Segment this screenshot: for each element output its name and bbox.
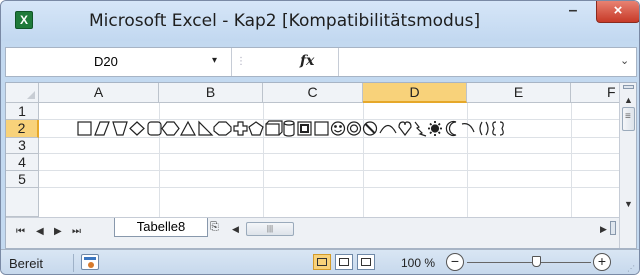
zoom-in-button[interactable]: + [593, 253, 611, 271]
formula-bar-resize-handle[interactable]: ⋮ [234, 52, 248, 72]
insert-worksheet-icon[interactable]: ⎘ [210, 221, 219, 234]
arc-shape[interactable] [461, 123, 475, 133]
cube-shape[interactable] [265, 123, 280, 136]
parallelogram-shape[interactable] [94, 121, 110, 136]
block-arc-shape[interactable] [379, 124, 397, 134]
vertical-scroll-thumb[interactable] [622, 107, 635, 131]
scroll-left-icon[interactable]: ◀ [232, 224, 239, 235]
column-header-a[interactable]: A [39, 83, 159, 103]
donut-shape-hole [349, 124, 359, 133]
lightning-bolt-shape[interactable] [414, 121, 427, 137]
row-header-2[interactable]: 2 [6, 120, 39, 138]
scroll-up-icon[interactable]: ▲ [624, 95, 633, 105]
plus-shape[interactable] [233, 121, 248, 136]
smiley-eye [339, 125, 342, 128]
column-header-d[interactable]: D [363, 83, 467, 103]
excel-app-icon[interactable]: X [15, 11, 33, 29]
trapezoid-shape[interactable] [112, 121, 128, 136]
shape-gallery[interactable] [76, 118, 621, 140]
normal-view-button[interactable] [313, 254, 331, 270]
macro-recording-icon[interactable] [81, 254, 99, 270]
horizontal-split-handle[interactable] [610, 221, 616, 235]
zoom-slider-thumb[interactable] [532, 256, 541, 267]
left-bracket-shape[interactable] [479, 121, 483, 136]
right-brace-shape[interactable] [499, 121, 504, 136]
left-brace-shape[interactable] [492, 121, 497, 136]
right-bracket-shape[interactable] [485, 121, 489, 136]
title-bar[interactable]: X Microsoft Excel - Kap2 [Kompatibilität… [1, 1, 639, 41]
chevron-down-icon[interactable]: ▾ [212, 55, 217, 66]
gridline [39, 187, 619, 188]
sun-shape[interactable] [430, 124, 440, 133]
name-box-value: D20 [94, 54, 118, 69]
gridline [39, 153, 619, 154]
gridline [39, 170, 619, 171]
page-layout-icon [339, 258, 349, 266]
row-header-1[interactable]: 1 [6, 103, 39, 120]
vertical-scrollbar[interactable]: ▲ ▼ [619, 83, 636, 248]
excel-window: X Microsoft Excel - Kap2 [Kompatibilität… [0, 0, 640, 275]
row-header-6[interactable] [6, 188, 39, 217]
row-header-4[interactable]: 4 [6, 154, 39, 171]
horizontal-scroll-thumb[interactable]: ||| [246, 222, 294, 236]
minimize-button[interactable]: – [559, 1, 587, 23]
normal-view-icon [317, 258, 327, 266]
page-break-icon [361, 258, 371, 266]
window-title: Microsoft Excel - Kap2 [Kompatibilitätsm… [89, 11, 481, 31]
smiley-eye [334, 125, 337, 128]
scroll-right-icon[interactable]: ▶ [600, 224, 607, 235]
bevel-shape[interactable] [314, 121, 329, 136]
formula-input[interactable] [342, 48, 612, 76]
donut-shape[interactable] [346, 121, 362, 136]
heart-shape[interactable] [398, 121, 412, 136]
diamond-shape[interactable] [129, 121, 145, 136]
right-triangle-shape[interactable] [198, 120, 214, 136]
split-box-handle[interactable] [623, 85, 634, 89]
scroll-down-icon[interactable]: ▼ [624, 199, 633, 209]
resize-grip-icon[interactable]: ⋰ [627, 264, 635, 273]
column-header-e[interactable]: E [467, 83, 571, 103]
next-sheet-icon[interactable]: ▶ [54, 226, 62, 237]
pentagon-shape[interactable] [248, 121, 264, 136]
last-sheet-icon[interactable]: ⏭ [72, 226, 81, 237]
page-break-preview-button[interactable] [357, 254, 375, 270]
rounded-rectangle-shape[interactable] [147, 121, 162, 136]
row-header-3[interactable]: 3 [6, 138, 39, 154]
sheet-tab-bar: ⏮ ◀ ▶ ⏭ Tabelle8 ⎘ ◀ ||| ▶ [6, 217, 619, 248]
octagon-shape[interactable] [213, 121, 232, 136]
can-shape-top [283, 120, 295, 126]
name-box[interactable]: D20 ▾ [6, 48, 232, 76]
rectangle-shape[interactable] [77, 121, 92, 136]
moon-shape[interactable] [445, 120, 457, 137]
cube-shape-edge [265, 120, 283, 136]
sheet-tab-tabelle8[interactable]: Tabelle8 [114, 218, 208, 237]
row-header-5[interactable]: 5 [6, 171, 39, 188]
spreadsheet-grid[interactable]: A B C D E F 1 2 3 4 5 ▲ ≡ ▼ ⏮ ◀ ▶ ⏭ Tabe… [5, 82, 637, 249]
frame-shape[interactable] [297, 121, 312, 136]
frame-shape-inner [300, 124, 309, 133]
column-header-c[interactable]: C [263, 83, 363, 103]
column-header-b[interactable]: B [159, 83, 263, 103]
insert-function-button[interactable]: fx [300, 53, 314, 69]
status-separator [73, 254, 74, 272]
no-symbol-bar [364, 123, 376, 134]
column-header-f[interactable]: F [571, 83, 621, 103]
prev-sheet-icon[interactable]: ◀ [36, 226, 44, 237]
status-ready: Bereit [9, 256, 43, 271]
zoom-out-button[interactable]: − [446, 253, 464, 271]
select-all-button[interactable] [6, 83, 39, 103]
triangle-shape[interactable] [179, 120, 197, 136]
smiley-mouth [334, 129, 342, 133]
formula-bar: D20 ▾ ⋮ fx ⌄ [5, 47, 637, 77]
status-bar: Bereit 100 % − + ⋰ [1, 249, 639, 274]
close-button[interactable]: × [596, 1, 639, 23]
first-sheet-icon[interactable]: ⏮ [16, 226, 25, 237]
expand-formula-bar-icon[interactable]: ⌄ [620, 54, 629, 67]
smiley-face-shape[interactable] [330, 121, 346, 136]
formula-bar-divider [338, 48, 339, 76]
page-layout-view-button[interactable] [335, 254, 353, 270]
zoom-level[interactable]: 100 % [401, 256, 435, 270]
zoom-slider[interactable] [467, 262, 591, 263]
hexagon-shape[interactable] [161, 121, 180, 136]
